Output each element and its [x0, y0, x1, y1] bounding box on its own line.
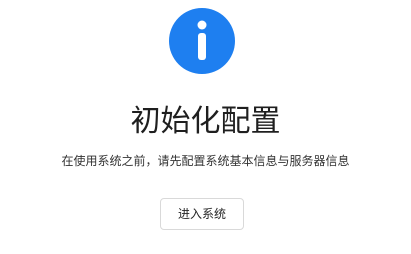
- info-icon: [169, 8, 235, 74]
- page-title: 初始化配置: [130, 104, 281, 139]
- init-config-page: 初始化配置 在使用系统之前，请先配置系统基本信息与服务器信息 进入系统: [0, 0, 411, 254]
- enter-system-button[interactable]: 进入系统: [160, 198, 244, 230]
- page-subtitle: 在使用系统之前，请先配置系统基本信息与服务器信息: [61, 154, 350, 168]
